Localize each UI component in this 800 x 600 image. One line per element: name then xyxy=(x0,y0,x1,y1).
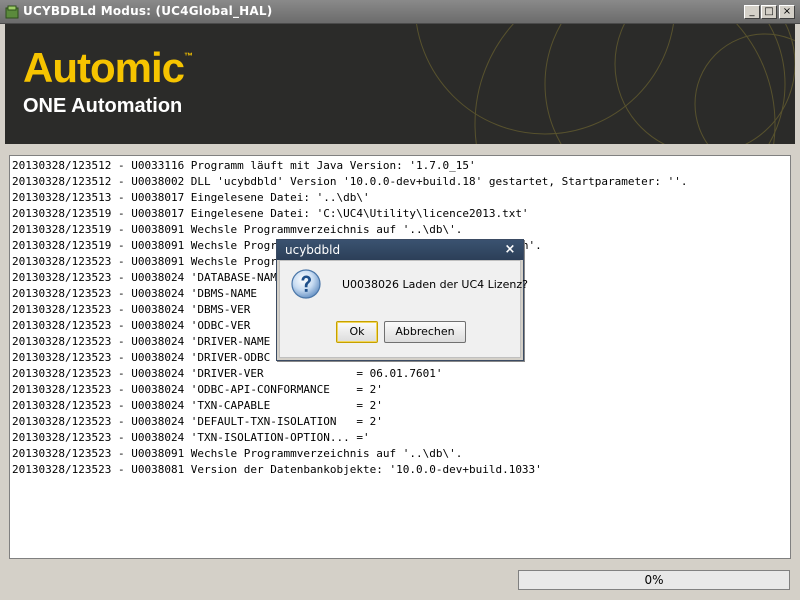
log-line: 20130328/123519 - U0038017 Eingelesene D… xyxy=(12,207,529,220)
question-icon xyxy=(291,269,321,299)
log-line: 20130328/123523 - U0038024 'TXN-ISOLATIO… xyxy=(12,431,370,444)
progress-bar: 0% xyxy=(518,570,790,590)
close-button[interactable]: × xyxy=(779,5,795,19)
dialog-body: U0038026 Laden der UC4 Lizenz? Ok Abbrec… xyxy=(279,260,528,358)
product-subtitle: ONE Automation xyxy=(23,95,183,117)
log-line: 20130328/123523 - U0038024 'TXN-CAPABLE … xyxy=(12,399,383,412)
log-line: 20130328/123523 - U0038024 'DRIVER-VER =… xyxy=(12,367,443,380)
progress-label: 0% xyxy=(644,573,664,587)
log-line: 20130328/123523 - U0038024 'DEFAULT-TXN-… xyxy=(12,415,383,428)
cancel-button[interactable]: Abbrechen xyxy=(384,321,466,343)
license-dialog[interactable]: ucybdbld × U0038026 Laden der UC4 Lizenz… xyxy=(276,239,528,361)
log-line: 20130328/123513 - U0038017 Eingelesene D… xyxy=(12,191,370,204)
dialog-message: U0038026 Laden der UC4 Lizenz? xyxy=(342,278,528,291)
log-line: 20130328/123523 - U0038091 Wechsle Progr… xyxy=(12,447,463,460)
dialog-close-icon[interactable]: × xyxy=(501,241,519,259)
app-icon xyxy=(5,5,19,19)
window-title: UCYBDBLd Modus: (UC4Global_HAL) xyxy=(23,4,273,18)
log-line: 20130328/123512 - U0038002 DLL 'ucybdbld… xyxy=(12,175,688,188)
maximize-button[interactable]: □ xyxy=(761,5,777,19)
log-line: 20130328/123523 - U0038081 Version der D… xyxy=(12,463,542,476)
brand-name: Automic xyxy=(23,44,185,91)
title-bar[interactable]: UCYBDBLd Modus: (UC4Global_HAL) _ □ × xyxy=(0,0,800,24)
ok-button[interactable]: Ok xyxy=(336,321,378,343)
log-line: 20130328/123512 - U0033116 Programm läuf… xyxy=(12,159,476,172)
minimize-button[interactable]: _ xyxy=(744,5,760,19)
header-banner: Automic™ ONE Automation xyxy=(5,24,795,144)
brand-trademark: ™ xyxy=(184,51,193,61)
brand-logo: Automic™ xyxy=(23,44,193,92)
dialog-title-bar[interactable]: ucybdbld × xyxy=(277,240,523,260)
dialog-title: ucybdbld xyxy=(285,243,341,257)
log-line: 20130328/123519 - U0038091 Wechsle Progr… xyxy=(12,223,463,236)
log-line: 20130328/123523 - U0038024 'ODBC-API-CON… xyxy=(12,383,383,396)
